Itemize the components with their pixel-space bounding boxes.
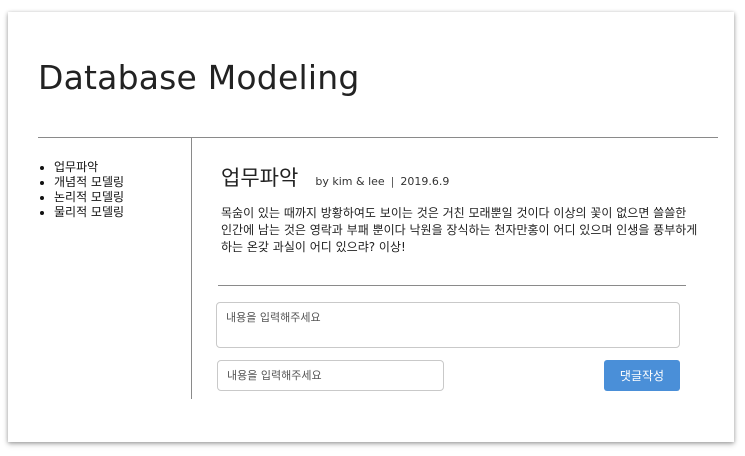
sidebar-item-label[interactable]: 개념적 모델링 — [54, 175, 124, 189]
sidebar-item-label[interactable]: 물리적 모델링 — [54, 205, 124, 219]
content-divider — [218, 285, 686, 286]
sidebar-item-physical-modeling[interactable]: 물리적 모델링 — [54, 205, 188, 220]
sidebar-item-conceptual-modeling[interactable]: 개념적 모델링 — [54, 175, 188, 190]
sidebar-item-logical-modeling[interactable]: 논리적 모델링 — [54, 190, 188, 205]
sidebar-item-label[interactable]: 논리적 모델링 — [54, 190, 124, 204]
sidebar-divider — [191, 138, 192, 399]
site-title: Database Modeling — [38, 58, 360, 97]
post-title: 업무파악 — [221, 166, 299, 190]
header-divider — [38, 137, 718, 138]
page-card: Database Modeling 업무파악 개념적 모델링 논리적 모델링 물… — [8, 12, 734, 442]
comment-author-input[interactable] — [217, 360, 444, 391]
comment-content-input[interactable] — [216, 302, 680, 348]
sidebar-nav: 업무파악 개념적 모델링 논리적 모델링 물리적 모델링 — [38, 160, 188, 220]
sidebar-item-label[interactable]: 업무파악 — [54, 160, 98, 174]
post-author: by kim & lee — [315, 175, 385, 188]
meta-separator: | — [390, 175, 395, 188]
post-meta: by kim & lee | 2019.6.9 — [315, 175, 449, 188]
sidebar-list: 업무파악 개념적 모델링 논리적 모델링 물리적 모델링 — [38, 160, 188, 220]
post-header: 업무파악 by kim & lee | 2019.6.9 — [221, 162, 449, 192]
submit-comment-button[interactable]: 댓글작성 — [604, 360, 680, 391]
sidebar-item-task-analysis[interactable]: 업무파악 — [54, 160, 188, 175]
post-date: 2019.6.9 — [400, 175, 450, 188]
post-body: 목숨이 있는 때까지 방황하여도 보이는 것은 거친 모래뿐일 것이다 이상의 … — [221, 206, 698, 254]
